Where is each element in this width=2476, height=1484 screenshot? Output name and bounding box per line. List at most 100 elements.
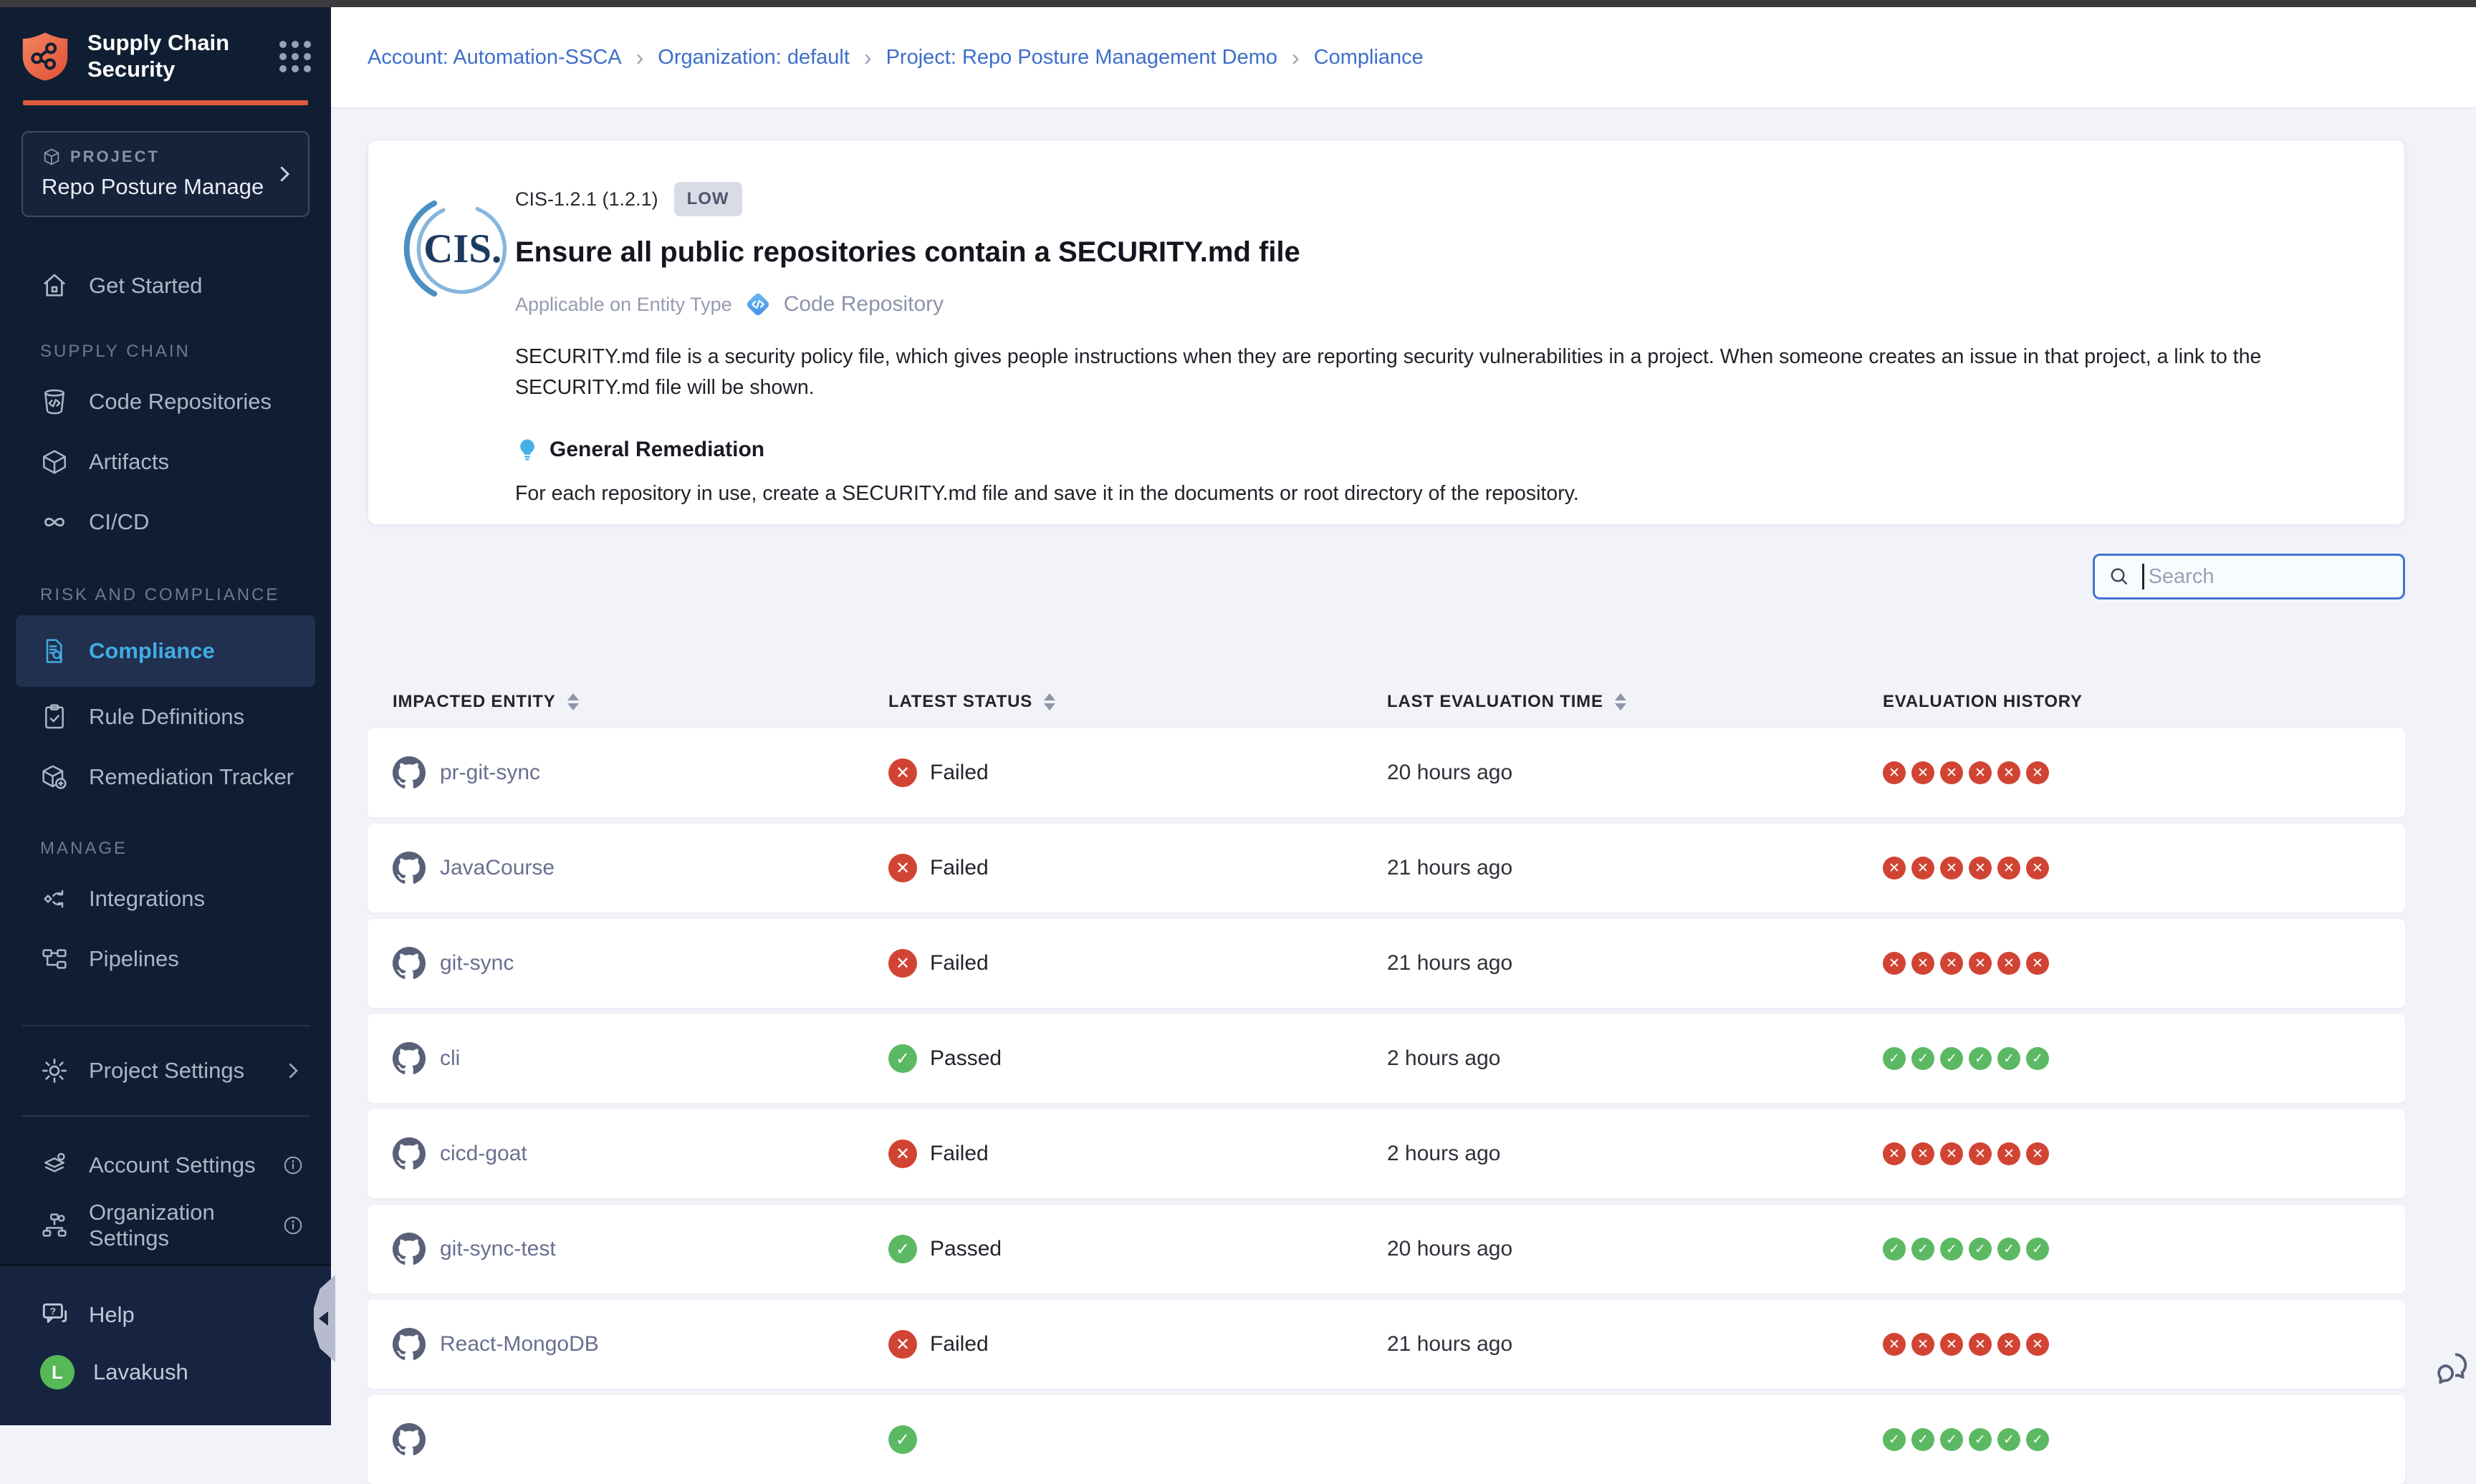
table-rows: pr-git-sync ✕ Failed 20 hours ago ✕✕✕✕✕✕…	[368, 728, 2405, 1484]
breadcrumb-account[interactable]: Account: Automation-SSCA	[368, 46, 622, 69]
table-row[interactable]: cicd-goat ✕ Failed 2 hours ago ✕✕✕✕✕✕	[368, 1109, 2405, 1198]
user-menu[interactable]: L Lavakush	[0, 1344, 331, 1401]
history-failed-icon: ✕	[1883, 857, 1906, 880]
history-passed-icon: ✓	[1911, 1047, 1934, 1070]
compliance-document-icon	[40, 637, 69, 665]
history-passed-icon: ✓	[1883, 1047, 1906, 1070]
github-icon	[393, 1137, 426, 1170]
svg-text:CIS.: CIS.	[423, 226, 502, 271]
sidebar-item-project-settings[interactable]: Project Settings	[0, 1041, 331, 1101]
status-label: Passed	[930, 1237, 1002, 1261]
breadcrumb-project[interactable]: Project: Repo Posture Management Demo	[886, 46, 1277, 69]
history-failed-icon: ✕	[2026, 761, 2049, 784]
collapse-left-arrow-icon	[319, 1311, 328, 1326]
entity-name[interactable]: git-sync-test	[440, 1237, 556, 1261]
search-input[interactable]	[2149, 565, 2390, 589]
github-icon	[393, 756, 426, 789]
sort-icon[interactable]	[1615, 693, 1626, 710]
history-failed-icon: ✕	[1883, 1333, 1906, 1356]
sidebar-item-account-settings[interactable]: Account Settings	[0, 1135, 331, 1195]
cis-logo: CIS.	[403, 192, 516, 305]
history-cell: ✕✕✕✕✕✕	[1883, 1333, 2380, 1356]
breadcrumb-separator: ›	[636, 44, 644, 71]
table-row[interactable]: git-sync-test ✓ Passed 20 hours ago ✓✓✓✓…	[368, 1205, 2405, 1293]
sidebar-item-artifacts[interactable]: Artifacts	[0, 432, 331, 492]
sidebar-item-remediation-tracker[interactable]: Remediation Tracker	[0, 747, 331, 807]
entity-type-label[interactable]: Code Repository	[784, 292, 944, 317]
breadcrumb-compliance[interactable]: Compliance	[1314, 46, 1424, 69]
status-label: Passed	[930, 1046, 1002, 1071]
status-icon: ✓	[888, 1044, 917, 1073]
table-row[interactable]: cli ✓ Passed 2 hours ago ✓✓✓✓✓✓	[368, 1014, 2405, 1103]
history-failed-icon: ✕	[1911, 857, 1934, 880]
table-row[interactable]: JavaCourse ✕ Failed 21 hours ago ✕✕✕✕✕✕	[368, 824, 2405, 912]
lightbulb-icon	[515, 438, 539, 462]
history-passed-icon: ✓	[2026, 1238, 2049, 1261]
sidebar-footer: ? Help L Lavakush	[0, 1264, 331, 1425]
general-remediation-title: General Remediation	[550, 438, 764, 462]
sidebar-divider	[21, 1115, 310, 1117]
history-failed-icon: ✕	[1969, 761, 1992, 784]
sidebar-item-pipelines[interactable]: Pipelines	[0, 929, 331, 989]
supply-chain-security-shield-icon	[19, 30, 72, 83]
sidebar-item-rule-definitions[interactable]: Rule Definitions	[0, 687, 331, 747]
svg-text:?: ?	[50, 1305, 57, 1316]
column-header-impacted-entity[interactable]: IMPACTED ENTITY	[393, 692, 888, 712]
app-brand: Supply Chain Security	[19, 30, 311, 83]
entity-name[interactable]: cicd-goat	[440, 1142, 527, 1166]
history-cell: ✓✓✓✓✓✓	[1883, 1428, 2380, 1451]
table-row[interactable]: React-MongoDB ✕ Failed 21 hours ago ✕✕✕✕…	[368, 1300, 2405, 1389]
severity-badge: LOW	[674, 182, 742, 216]
history-failed-icon: ✕	[2026, 1333, 2049, 1356]
integrations-icon	[40, 885, 69, 913]
history-passed-icon: ✓	[1969, 1047, 1992, 1070]
artifacts-cube-icon	[40, 448, 69, 476]
history-failed-icon: ✕	[1997, 761, 2020, 784]
sidebar-item-cicd[interactable]: CI/CD	[0, 492, 331, 552]
remediation-text: For each repository in use, create a SEC…	[515, 482, 2361, 506]
info-icon[interactable]	[282, 1215, 304, 1236]
sort-icon[interactable]	[567, 693, 579, 710]
history-passed-icon: ✓	[1969, 1238, 1992, 1261]
sort-icon[interactable]	[1044, 693, 1055, 710]
status-icon: ✓	[888, 1425, 917, 1454]
project-selector[interactable]: PROJECT Repo Posture Manage...	[21, 131, 310, 217]
entity-name[interactable]: git-sync	[440, 951, 514, 975]
breadcrumb-organization[interactable]: Organization: default	[658, 46, 850, 69]
table-row[interactable]: ✓ ✓✓✓✓✓✓	[368, 1395, 2405, 1484]
search-icon	[2108, 565, 2131, 588]
table-row[interactable]: git-sync ✕ Failed 21 hours ago ✕✕✕✕✕✕	[368, 919, 2405, 1008]
history-passed-icon: ✓	[1940, 1428, 1963, 1451]
entity-name[interactable]: pr-git-sync	[440, 761, 540, 785]
chat-bubbles-icon[interactable]	[2433, 1349, 2472, 1388]
help-button[interactable]: ? Help	[0, 1286, 331, 1344]
project-label: PROJECT	[70, 148, 160, 166]
history-passed-icon: ✓	[1911, 1238, 1934, 1261]
history-failed-icon: ✕	[1883, 952, 1906, 975]
sidebar-item-code-repositories[interactable]: Code Repositories	[0, 372, 331, 432]
status-label: Failed	[930, 1142, 989, 1166]
info-icon[interactable]	[282, 1155, 304, 1176]
history-passed-icon: ✓	[1997, 1238, 2020, 1261]
breadcrumb-separator: ›	[864, 44, 872, 71]
evaluation-time: 21 hours ago	[1387, 856, 1512, 880]
breadcrumb: Account: Automation-SSCA › Organization:…	[331, 7, 2476, 109]
chevron-right-icon	[274, 163, 295, 185]
sidebar-item-compliance[interactable]: Compliance	[16, 615, 315, 687]
column-header-latest-status[interactable]: LATEST STATUS	[888, 692, 1387, 712]
search-box	[2093, 554, 2405, 599]
table-header-row: IMPACTED ENTITY LATEST STATUS LAST EVALU…	[368, 684, 2405, 720]
app-switcher-grid-icon[interactable]	[279, 41, 311, 72]
history-failed-icon: ✕	[1883, 1142, 1906, 1165]
sidebar-item-integrations[interactable]: Integrations	[0, 869, 331, 929]
sidebar-item-organization-settings[interactable]: Organization Settings	[0, 1195, 331, 1256]
column-header-last-evaluation-time[interactable]: LAST EVALUATION TIME	[1387, 692, 1883, 712]
table-row[interactable]: pr-git-sync ✕ Failed 20 hours ago ✕✕✕✕✕✕	[368, 728, 2405, 817]
entity-name[interactable]: React-MongoDB	[440, 1332, 599, 1357]
history-failed-icon: ✕	[1969, 857, 1992, 880]
entity-name[interactable]: JavaCourse	[440, 856, 555, 880]
sidebar-item-get-started[interactable]: Get Started	[0, 256, 331, 316]
help-chat-icon: ?	[40, 1300, 70, 1330]
entity-name[interactable]: cli	[440, 1046, 460, 1071]
history-failed-icon: ✕	[1940, 952, 1963, 975]
